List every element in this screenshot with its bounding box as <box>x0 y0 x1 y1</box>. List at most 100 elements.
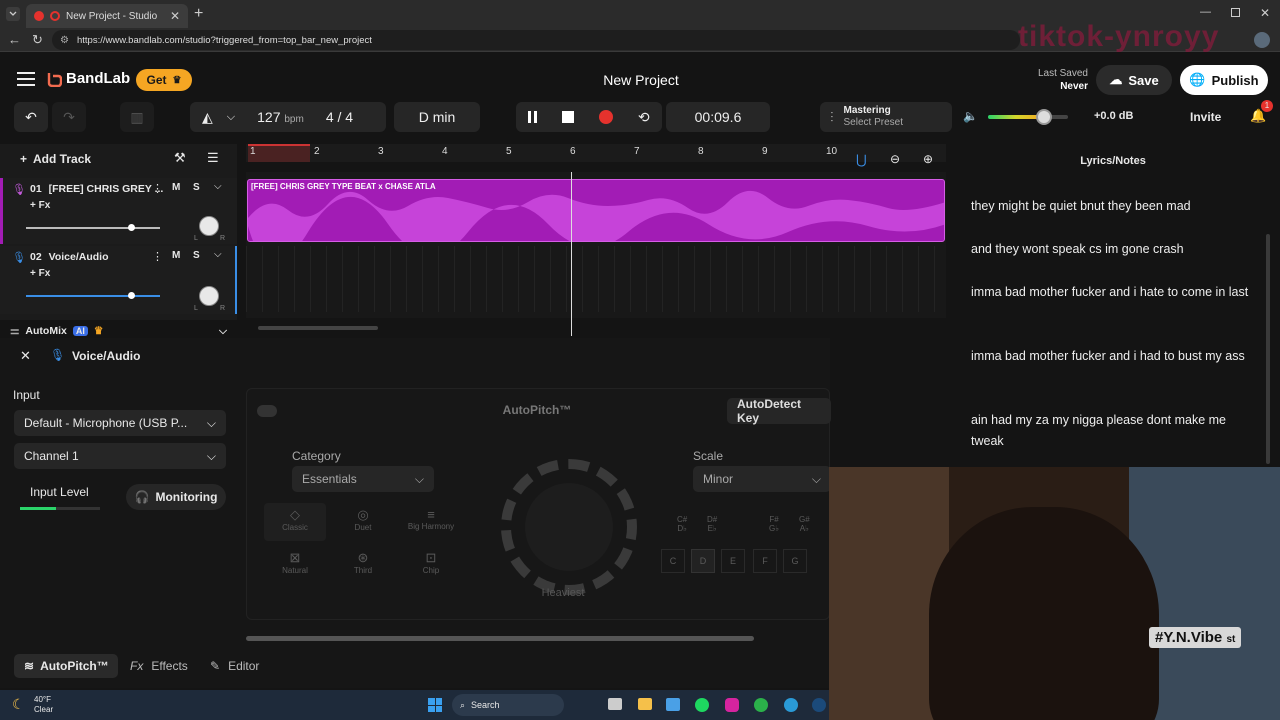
invite-button[interactable]: Invite <box>1190 110 1221 124</box>
get-button[interactable]: Get ♛ <box>136 69 192 91</box>
back-icon[interactable]: ← <box>8 32 21 47</box>
master-volume-knob[interactable] <box>1036 109 1052 125</box>
tab-editor[interactable]: ✎ Editor <box>210 659 259 673</box>
speaker-icon[interactable]: 🔈 <box>963 109 978 123</box>
site-info-icon[interactable]: ⚙ <box>60 35 69 46</box>
fx-button[interactable]: + Fx <box>30 268 50 279</box>
track-volume-knob[interactable] <box>127 224 135 231</box>
record-icon[interactable] <box>599 110 614 124</box>
close-panel-icon[interactable]: ✕ <box>20 348 31 364</box>
key-button[interactable]: C# D♭ <box>677 515 687 533</box>
url-field[interactable]: ⚙ https://www.bandlab.com/studio?trigger… <box>52 30 1020 50</box>
steam-icon[interactable] <box>812 698 826 712</box>
mute-button[interactable]: M <box>172 182 180 193</box>
track-volume-slider[interactable] <box>26 224 160 231</box>
undo-button[interactable]: ↶ <box>14 102 48 132</box>
time-signature[interactable]: 4 / 4 <box>326 109 353 125</box>
key-button[interactable]: C <box>661 549 685 573</box>
zoom-in-icon[interactable]: ⊕ <box>923 152 933 166</box>
stop-icon[interactable] <box>562 111 575 123</box>
mute-button[interactable]: M <box>172 250 180 261</box>
panel-horizontal-scrollbar[interactable] <box>246 636 754 641</box>
lyric-line[interactable]: imma bad mother fucker and i had to bust… <box>971 346 1261 367</box>
edge-icon[interactable] <box>784 698 798 712</box>
key-button[interactable]: F# G♭ <box>769 515 779 533</box>
key-button[interactable]: G# A♭ <box>799 515 810 533</box>
tab-autopitch[interactable]: ≋ AutoPitch™ <box>14 654 118 678</box>
lyric-line[interactable]: imma bad mother fucker and i hate to com… <box>971 282 1261 303</box>
store-icon[interactable] <box>666 698 680 711</box>
tab-list-icon[interactable] <box>6 7 20 21</box>
timeline-scrollbar[interactable] <box>258 326 378 330</box>
tempo-value[interactable]: 127 <box>257 109 280 125</box>
track-kebab-icon[interactable]: ⋮ <box>152 250 163 263</box>
instagram-icon[interactable] <box>725 698 739 712</box>
track-row[interactable]: 🎙 02 Voice/Audio ⋮ M S ⌵ + Fx L R <box>0 246 237 314</box>
autopitch-toggle[interactable] <box>257 405 277 417</box>
metronome-box[interactable]: ◭ ⌵ 127 bpm 4 / 4 <box>190 102 386 132</box>
loop-icon[interactable]: ⟲ <box>638 109 650 126</box>
taskbar-search[interactable]: ⌕ Search <box>452 694 564 716</box>
track-kebab-icon[interactable]: ⋮ <box>152 182 163 195</box>
pause-icon[interactable] <box>528 111 538 123</box>
input-device-select[interactable]: Default - Microphone (USB P... ⌵ <box>14 410 226 436</box>
spotify-icon[interactable] <box>695 698 709 712</box>
window-minimize-icon[interactable]: — <box>1200 6 1211 18</box>
zoom-out-icon[interactable]: ⊖ <box>890 152 900 166</box>
lyric-line[interactable]: ain had my za my nigga please dont make … <box>971 410 1261 452</box>
track-settings-icon[interactable]: ☰ <box>207 150 219 166</box>
weather-icon[interactable]: ☾ <box>12 696 25 713</box>
magnet-icon[interactable]: ⋃ <box>856 152 867 168</box>
effect-preset-natural[interactable]: ⊠ Natural <box>264 546 326 584</box>
track-volume-knob[interactable] <box>127 292 135 299</box>
pan-knob[interactable] <box>199 286 219 306</box>
pitch-correction-knob[interactable] <box>501 459 637 595</box>
key-selector[interactable]: D min <box>394 102 480 132</box>
lyric-line[interactable]: and they wont speak cs im gone crash <box>971 239 1261 260</box>
key-button[interactable]: G <box>783 549 807 573</box>
browser-tab-active[interactable]: New Project - Studio ✕ <box>26 4 188 28</box>
redo-button[interactable]: ↷ <box>52 102 86 132</box>
window-close-icon[interactable]: ✕ <box>1260 6 1270 20</box>
key-button[interactable]: F <box>753 549 777 573</box>
chevron-down-icon[interactable]: ⌵ <box>227 111 235 124</box>
solo-button[interactable]: S <box>193 250 200 261</box>
track-expand-icon[interactable]: ⌵ <box>214 249 222 260</box>
reload-icon[interactable]: ↻ <box>32 32 43 48</box>
monitoring-button[interactable]: 🎧 Monitoring <box>126 484 226 510</box>
effect-preset-duet[interactable]: ◎ Duet <box>332 503 394 541</box>
metronome-icon[interactable]: ◭ <box>202 109 213 126</box>
tab-effects[interactable]: Fx Effects <box>130 659 188 673</box>
publish-button[interactable]: 🌐 Publish <box>1180 65 1268 95</box>
playhead[interactable] <box>571 172 572 336</box>
effect-preset-third[interactable]: ⊛ Third <box>332 546 394 584</box>
key-button[interactable]: E <box>721 549 745 573</box>
track-name[interactable]: [FREE] CHRIS GREY ... <box>49 183 164 195</box>
add-track-button[interactable]: + Add Track <box>20 152 91 166</box>
new-tab-icon[interactable]: + <box>194 5 203 23</box>
track-row[interactable]: 🎙 01 [FREE] CHRIS GREY ... ⋮ M S ⌵ + Fx … <box>0 178 237 244</box>
lyric-line[interactable]: they might be quiet bnut they been mad <box>971 196 1261 217</box>
automix-expand-icon[interactable]: ⌵ <box>219 325 227 338</box>
piano-button[interactable]: ▥ <box>120 102 154 132</box>
taskview-icon[interactable] <box>608 698 622 710</box>
solo-button[interactable]: S <box>193 182 200 193</box>
tab-close-icon[interactable]: ✕ <box>170 9 180 23</box>
track-expand-icon[interactable]: ⌵ <box>214 181 222 192</box>
pan-knob[interactable] <box>199 216 219 236</box>
effect-preset-classic[interactable]: ◇ Classic <box>264 503 326 541</box>
window-maximize-icon[interactable] <box>1231 8 1240 17</box>
loop-region[interactable] <box>248 144 310 162</box>
track-name[interactable]: Voice/Audio <box>49 251 109 263</box>
file-explorer-icon[interactable] <box>638 698 652 710</box>
effect-preset-chip[interactable]: ⊡ Chip <box>400 546 462 584</box>
master-volume-slider[interactable] <box>988 109 1068 125</box>
xbox-icon[interactable] <box>754 698 768 712</box>
key-button[interactable]: D# E♭ <box>707 515 717 533</box>
key-button-selected[interactable]: D <box>691 549 715 573</box>
fx-button[interactable]: + Fx <box>30 200 50 211</box>
track-tools-icon[interactable]: ⚒ <box>174 150 186 166</box>
menu-icon[interactable] <box>17 72 35 86</box>
project-title[interactable]: New Project <box>560 72 722 88</box>
windows-start-icon[interactable] <box>428 698 442 712</box>
